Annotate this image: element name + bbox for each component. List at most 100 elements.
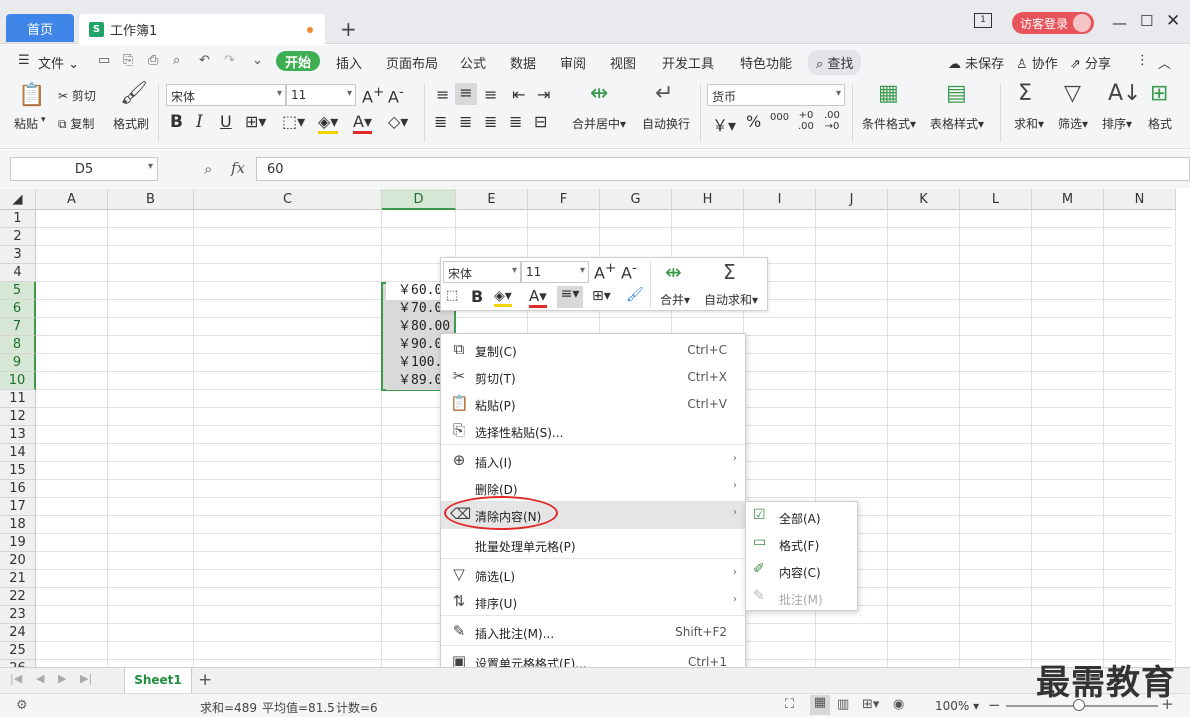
align-top-icon[interactable]: ≡	[436, 85, 449, 104]
more-icon[interactable]: ⋮	[1136, 53, 1149, 68]
column-header[interactable]: F	[528, 189, 600, 210]
sheet-tab-sheet1[interactable]: Sheet1	[124, 668, 192, 693]
cut-button[interactable]: ✂ 剪切	[58, 87, 96, 104]
menu-page-layout[interactable]: 页面布局	[386, 53, 438, 72]
filter-button[interactable]: 筛选▾	[1058, 115, 1088, 132]
mini-merge-button[interactable]: 合并▾	[660, 291, 690, 308]
page-view-icon[interactable]: ▥	[837, 697, 849, 712]
conditional-format-icon[interactable]: ▦	[878, 81, 899, 106]
increase-decimal-icon[interactable]: +0.00	[798, 110, 814, 132]
italic-icon[interactable]: I	[196, 112, 203, 132]
minimize-button[interactable]: —	[1112, 14, 1127, 32]
mini-fill-color-icon[interactable]: ◈▾	[494, 288, 512, 307]
clear-icon[interactable]: ◇▾	[388, 112, 408, 131]
row-header[interactable]: 7	[0, 318, 36, 336]
format-icon[interactable]: ⊞	[1150, 81, 1168, 106]
save-icon[interactable]: ▭	[98, 53, 110, 68]
mini-decrease-font-icon[interactable]: A-	[621, 261, 637, 282]
currency-icon[interactable]: ￥▾	[712, 112, 736, 136]
mini-autosum-button[interactable]: 自动求和▾	[704, 291, 758, 308]
context-menu-item[interactable]: ✂ 剪切(T) Ctrl+X	[441, 363, 745, 390]
mini-merge-icon[interactable]: ⇹	[665, 260, 682, 284]
paste-icon[interactable]: 📋	[18, 83, 45, 108]
customize-icon[interactable]: ⌄	[252, 53, 263, 68]
menu-review[interactable]: 审阅	[560, 53, 586, 72]
eye-protection-icon[interactable]: ◉	[893, 697, 904, 712]
submenu-item[interactable]: ▭ 格式(F)	[746, 530, 857, 557]
column-header[interactable]: D	[382, 189, 456, 210]
mini-border-icon[interactable]: ⊞▾	[592, 288, 611, 304]
close-button[interactable]: ✕	[1166, 11, 1180, 31]
row-header[interactable]: 1	[0, 210, 36, 228]
menu-formula[interactable]: 公式	[460, 53, 486, 72]
mini-font-color-icon[interactable]: A▾	[529, 287, 547, 308]
context-menu-item[interactable]: 批量处理单元格(P)	[441, 531, 745, 558]
row-header[interactable]: 13	[0, 426, 36, 444]
row-header[interactable]: 23	[0, 606, 36, 624]
wrap-text-button[interactable]: 自动换行	[642, 115, 690, 132]
row-header[interactable]: 15	[0, 462, 36, 480]
menu-data[interactable]: 数据	[510, 53, 536, 72]
row-header[interactable]: 14	[0, 444, 36, 462]
align-left-icon[interactable]: ≣	[434, 112, 447, 131]
search-button[interactable]: ⌕ 查找	[808, 50, 862, 75]
font-select[interactable]: 宋体	[166, 84, 286, 106]
share-button[interactable]: ⇗ 分享	[1070, 53, 1111, 72]
column-header[interactable]: G	[600, 189, 672, 210]
context-menu-item[interactable]: ▽ 筛选(L) ›	[441, 561, 745, 588]
column-header[interactable]: H	[672, 189, 744, 210]
context-menu-item[interactable]: ⊕ 插入(I) ›	[441, 447, 745, 474]
sheet-nav-last-icon[interactable]: ▶|	[80, 672, 92, 685]
formula-input[interactable]: 60	[256, 157, 1190, 181]
decrease-decimal-icon[interactable]: .00 →0	[824, 110, 840, 132]
zoom-lens-icon[interactable]: ⌕	[204, 160, 212, 178]
column-header[interactable]: J	[816, 189, 888, 210]
file-menu[interactable]: 文件 ⌄	[38, 53, 79, 72]
align-bottom-icon[interactable]: ≡	[484, 85, 497, 104]
row-header[interactable]: 11	[0, 390, 36, 408]
window-layout-icon[interactable]: 1	[974, 13, 992, 28]
row-header[interactable]: 4	[0, 264, 36, 282]
column-header[interactable]: I	[744, 189, 816, 210]
row-header[interactable]: 25	[0, 642, 36, 660]
mini-format-painter-icon[interactable]: 🖌	[626, 287, 644, 303]
merge-center-icon[interactable]: ⇹	[590, 81, 608, 106]
export-icon[interactable]: ⎘	[123, 53, 133, 68]
mini-wrap-icon[interactable]: ⬚	[446, 288, 458, 303]
fullscreen-icon[interactable]: ⛶	[785, 697, 794, 712]
increase-font-icon[interactable]: A+	[362, 85, 384, 106]
sum-button[interactable]: 求和▾	[1014, 115, 1044, 132]
menu-insert[interactable]: 插入	[336, 53, 362, 72]
column-header[interactable]: B	[108, 189, 194, 210]
maximize-button[interactable]: ☐	[1140, 12, 1153, 30]
row-header[interactable]: 6	[0, 300, 36, 318]
unsaved-status[interactable]: ☁ 未保存	[948, 53, 1004, 72]
column-header[interactable]: L	[960, 189, 1032, 210]
split-view-icon[interactable]: ⊞▾	[862, 697, 879, 712]
mini-autosum-icon[interactable]: Σ	[723, 260, 736, 284]
font-color-icon[interactable]: A▾	[353, 112, 372, 134]
submenu-item[interactable]: ☑ 全部(A)	[746, 503, 857, 530]
sort-button[interactable]: 排序▾	[1102, 115, 1132, 132]
thousands-icon[interactable]: 000	[770, 112, 789, 123]
column-header[interactable]: A	[36, 189, 108, 210]
paste-button[interactable]: 粘贴	[14, 115, 38, 132]
format-button[interactable]: 格式	[1148, 115, 1172, 132]
row-header[interactable]: 9	[0, 354, 36, 372]
align-right-icon[interactable]: ≣	[484, 112, 497, 131]
visitor-login-button[interactable]: 访客登录	[1012, 12, 1094, 34]
column-header[interactable]: C	[194, 189, 382, 210]
number-format-select[interactable]: 货币	[707, 84, 845, 106]
tab-home[interactable]: 首页	[6, 14, 74, 42]
print-preview-icon[interactable]: ⌕	[173, 53, 180, 68]
mini-align-icon[interactable]: ≡▾	[557, 286, 583, 308]
menu-features[interactable]: 特色功能	[740, 53, 792, 72]
row-header[interactable]: 17	[0, 498, 36, 516]
normal-view-icon[interactable]: ▦	[810, 695, 830, 715]
menu-view[interactable]: 视图	[610, 53, 636, 72]
collapse-ribbon-icon[interactable]: ︿	[1158, 53, 1171, 72]
wrap-text-icon[interactable]: ↵	[655, 81, 673, 106]
sum-icon[interactable]: Σ	[1018, 81, 1032, 106]
underline-icon[interactable]: U	[220, 112, 232, 131]
mini-size-select[interactable]: 11	[521, 261, 589, 283]
